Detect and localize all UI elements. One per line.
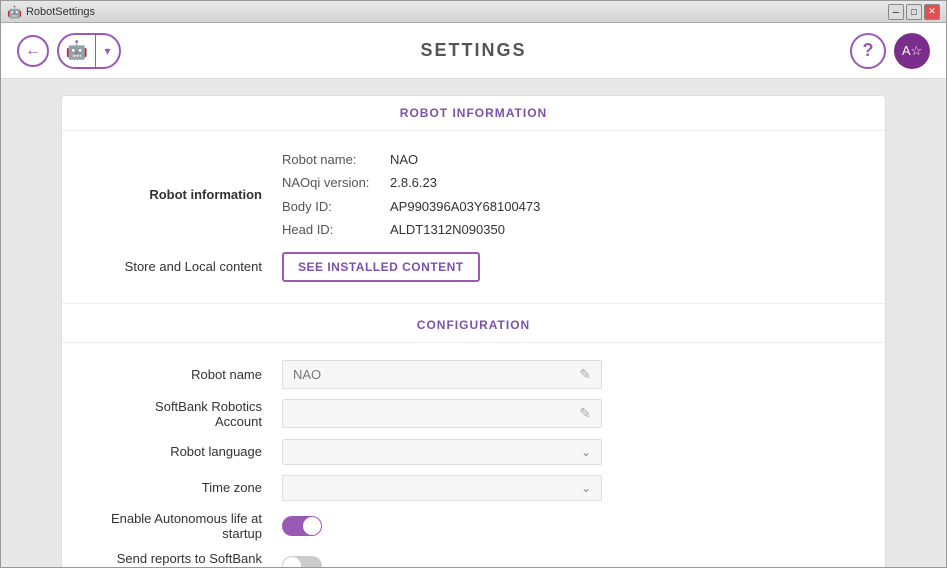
softbank-account-label: SoftBank Robotics Account [82,399,282,429]
body-id-key: Body ID: [282,195,382,218]
head-id-key: Head ID: [282,218,382,241]
softbank-account-row: SoftBank Robotics Account ✎ [62,394,885,434]
naoqi-version-val: 2.8.6.23 [390,171,437,194]
window-title-icon: 🤖 [7,5,22,19]
nav-group: 🤖 ▾ [57,33,121,69]
robot-language-row: Robot language ⌄ [62,434,885,470]
title-bar: 🤖 RobotSettings ─ □ ✕ [1,1,946,23]
autonomous-life-row: Enable Autonomous life at startup [62,506,885,546]
content-panel: ROBOT INFORMATION Robot information Robo… [61,95,886,567]
app-window: 🤖 RobotSettings ─ □ ✕ ← 🤖 ▾ SETTINGS [0,0,947,568]
naoqi-version-row: NAOqi version: 2.8.6.23 [282,171,540,194]
section-divider [62,303,885,304]
head-id-val: ALDT1312N090350 [390,218,505,241]
help-button[interactable]: ? [850,33,886,69]
send-reports-label: Send reports to SoftBank Robotics [82,551,282,567]
robot-nav-icon: 🤖 [59,35,95,67]
dropdown-icon: ▾ [104,44,110,58]
avatar-button[interactable]: A☆ [894,33,930,69]
maximize-button[interactable]: □ [906,4,922,20]
help-icon: ? [863,40,874,61]
close-button[interactable]: ✕ [924,4,940,20]
softbank-account-input[interactable]: ✎ [282,399,602,428]
main-content: ROBOT INFORMATION Robot information Robo… [1,79,946,567]
store-local-row: Store and Local content SEE INSTALLED CO… [62,247,885,287]
autonomous-life-label: Enable Autonomous life at startup [82,511,282,541]
softbank-account-edit-icon[interactable]: ✎ [579,405,591,422]
page-title: SETTINGS [420,40,526,61]
top-bar: ← 🤖 ▾ SETTINGS ? A☆ [1,23,946,79]
robot-language-label: Robot language [82,444,282,459]
naoqi-version-key: NAOqi version: [282,171,382,194]
robot-icon: 🤖 [66,40,88,61]
send-reports-row: Send reports to SoftBank Robotics [62,546,885,567]
robot-name-config-label: Robot name [82,367,282,382]
robot-info-label: Robot information [82,187,282,202]
back-button[interactable]: ← [17,35,49,67]
minimize-button[interactable]: ─ [888,4,904,20]
send-reports-toggle-knob [283,557,301,567]
top-bar-navigation: ← 🤖 ▾ [17,33,121,69]
timezone-label: Time zone [82,480,282,495]
window-title: RobotSettings [26,6,95,18]
robot-info-block: Robot name: NAO NAOqi version: 2.8.6.23 … [282,148,540,242]
title-bar-controls: ─ □ ✕ [888,4,940,20]
autonomous-life-toggle[interactable] [282,516,322,536]
avatar-icon: A☆ [902,43,922,59]
robot-info-row: Robot information Robot name: NAO NAOqi … [62,143,885,247]
see-installed-content-button[interactable]: SEE INSTALLED CONTENT [282,252,480,282]
robot-name-row: Robot name: NAO [282,148,540,171]
store-local-label: Store and Local content [82,259,282,274]
robot-name-val: NAO [390,148,418,171]
body-id-val: AP990396A03Y68100473 [390,195,540,218]
config-section-body: Robot name NAO ✎ SoftBank Robotics Accou… [62,343,885,567]
back-icon: ← [25,42,41,60]
robot-language-chevron-icon: ⌄ [581,445,591,459]
robot-name-input[interactable]: NAO ✎ [282,360,602,389]
body-id-row: Body ID: AP990396A03Y68100473 [282,195,540,218]
robot-language-select[interactable]: ⌄ [282,439,602,465]
robot-info-section-header: ROBOT INFORMATION [62,96,885,131]
robot-name-config-row: Robot name NAO ✎ [62,355,885,394]
top-bar-right: ? A☆ [850,33,930,69]
robot-name-edit-icon[interactable]: ✎ [579,366,591,383]
send-reports-toggle[interactable] [282,556,322,567]
timezone-chevron-icon: ⌄ [581,481,591,495]
config-section-header: CONFIGURATION [62,308,885,343]
robot-name-input-value: NAO [293,367,321,382]
robot-info-section-body: Robot information Robot name: NAO NAOqi … [62,131,885,299]
timezone-select[interactable]: ⌄ [282,475,602,501]
nav-dropdown-button[interactable]: ▾ [95,35,119,67]
title-bar-left: 🤖 RobotSettings [7,5,95,19]
autonomous-life-toggle-knob [303,517,321,535]
timezone-row: Time zone ⌄ [62,470,885,506]
robot-name-key: Robot name: [282,148,382,171]
head-id-row: Head ID: ALDT1312N090350 [282,218,540,241]
